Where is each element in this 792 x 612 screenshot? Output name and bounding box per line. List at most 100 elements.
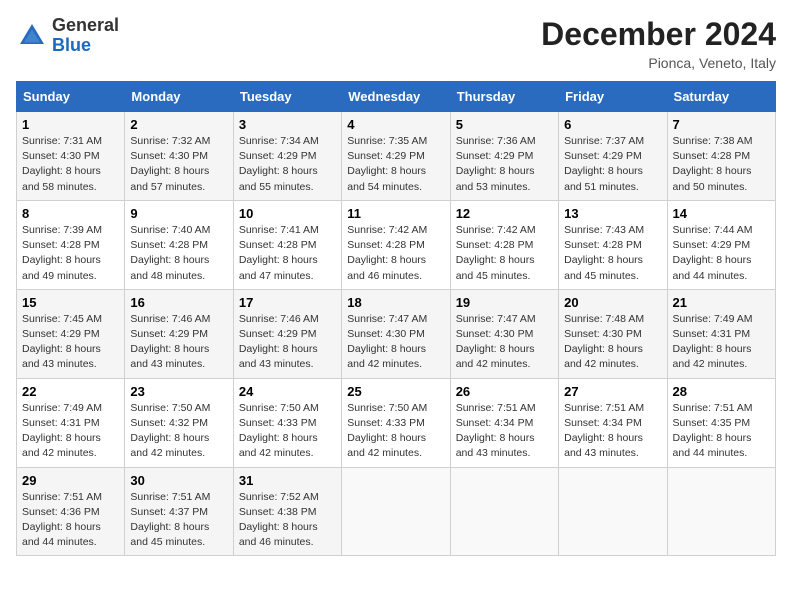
day-cell: 8 Sunrise: 7:39 AMSunset: 4:28 PMDaylight…: [17, 200, 125, 289]
day-info: Sunrise: 7:35 AMSunset: 4:29 PMDaylight:…: [347, 134, 444, 195]
day-number: 2: [130, 117, 227, 132]
day-cell: 18Sunrise: 7:47 AMSunset: 4:30 PMDayligh…: [342, 289, 450, 378]
day-cell: 24 Sunrise: 7:50 AMSunset: 4:33 PMDayligh…: [233, 378, 341, 467]
day-number: 26: [456, 384, 553, 399]
day-number: 19: [456, 295, 553, 310]
month-title: December 2024: [541, 16, 776, 53]
day-number: 23: [130, 384, 227, 399]
day-info: Sunrise: 7:44 AMSunset: 4:29 PMDaylight:…: [673, 223, 770, 284]
day-cell: 16 Sunrise: 7:46 AMSunset: 4:29 PMDayligh…: [125, 289, 233, 378]
day-info: Sunrise: 7:51 AMSunset: 4:36 PMDaylight:…: [22, 490, 119, 551]
day-number: 25: [347, 384, 444, 399]
day-number: 13: [564, 206, 661, 221]
day-number: 8: [22, 206, 119, 221]
day-cell: 2 Sunrise: 7:32 AMSunset: 4:30 PMDaylight…: [125, 112, 233, 201]
day-number: 10: [239, 206, 336, 221]
day-number: 24: [239, 384, 336, 399]
day-info: Sunrise: 7:51 AMSunset: 4:34 PMDaylight:…: [564, 401, 661, 462]
day-info: Sunrise: 7:43 AMSunset: 4:28 PMDaylight:…: [564, 223, 661, 284]
day-cell: 21 Sunrise: 7:49 AMSunset: 4:31 PMDayligh…: [667, 289, 775, 378]
day-number: 3: [239, 117, 336, 132]
logo: General Blue: [16, 16, 119, 56]
day-cell: 1Sunrise: 7:31 AMSunset: 4:30 PMDaylight…: [17, 112, 125, 201]
day-number: 21: [673, 295, 770, 310]
day-number: 6: [564, 117, 661, 132]
day-cell: 7Sunrise: 7:38 AMSunset: 4:28 PMDaylight…: [667, 112, 775, 201]
day-cell: [667, 467, 775, 556]
day-cell: 30 Sunrise: 7:51 AMSunset: 4:37 PMDayligh…: [125, 467, 233, 556]
day-info: Sunrise: 7:49 AMSunset: 4:31 PMDaylight:…: [673, 312, 770, 373]
day-number: 9: [130, 206, 227, 221]
day-cell: 13 Sunrise: 7:43 AMSunset: 4:28 PMDayligh…: [559, 200, 667, 289]
day-number: 28: [673, 384, 770, 399]
day-cell: 5 Sunrise: 7:36 AMSunset: 4:29 PMDaylight…: [450, 112, 558, 201]
day-cell: 3Sunrise: 7:34 AMSunset: 4:29 PMDaylight…: [233, 112, 341, 201]
day-number: 17: [239, 295, 336, 310]
day-number: 16: [130, 295, 227, 310]
day-info: Sunrise: 7:51 AMSunset: 4:37 PMDaylight:…: [130, 490, 227, 551]
day-cell: 4 Sunrise: 7:35 AMSunset: 4:29 PMDaylight…: [342, 112, 450, 201]
day-info: Sunrise: 7:32 AMSunset: 4:30 PMDaylight:…: [130, 134, 227, 195]
week-row-1: 1Sunrise: 7:31 AMSunset: 4:30 PMDaylight…: [17, 112, 776, 201]
day-number: 20: [564, 295, 661, 310]
day-number: 22: [22, 384, 119, 399]
week-row-2: 8 Sunrise: 7:39 AMSunset: 4:28 PMDaylight…: [17, 200, 776, 289]
day-cell: 10Sunrise: 7:41 AMSunset: 4:28 PMDayligh…: [233, 200, 341, 289]
day-cell: 6 Sunrise: 7:37 AMSunset: 4:29 PMDaylight…: [559, 112, 667, 201]
day-number: 12: [456, 206, 553, 221]
day-number: 14: [673, 206, 770, 221]
logo-icon: [16, 20, 48, 52]
day-info: Sunrise: 7:42 AMSunset: 4:28 PMDaylight:…: [347, 223, 444, 284]
day-cell: [559, 467, 667, 556]
day-info: Sunrise: 7:42 AMSunset: 4:28 PMDaylight:…: [456, 223, 553, 284]
day-cell: 20 Sunrise: 7:48 AMSunset: 4:30 PMDayligh…: [559, 289, 667, 378]
day-number: 31: [239, 473, 336, 488]
day-info: Sunrise: 7:52 AMSunset: 4:38 PMDaylight:…: [239, 490, 336, 551]
day-cell: 25Sunrise: 7:50 AMSunset: 4:33 PMDayligh…: [342, 378, 450, 467]
day-number: 11: [347, 206, 444, 221]
logo-general: General: [52, 16, 119, 36]
calendar-header-row: SundayMondayTuesdayWednesdayThursdayFrid…: [17, 82, 776, 112]
col-header-saturday: Saturday: [667, 82, 775, 112]
day-cell: 9 Sunrise: 7:40 AMSunset: 4:28 PMDaylight…: [125, 200, 233, 289]
day-info: Sunrise: 7:50 AMSunset: 4:32 PMDaylight:…: [130, 401, 227, 462]
day-cell: 15Sunrise: 7:45 AMSunset: 4:29 PMDayligh…: [17, 289, 125, 378]
day-info: Sunrise: 7:39 AMSunset: 4:28 PMDaylight:…: [22, 223, 119, 284]
col-header-friday: Friday: [559, 82, 667, 112]
day-info: Sunrise: 7:49 AMSunset: 4:31 PMDaylight:…: [22, 401, 119, 462]
page-header: General Blue December 2024 Pionca, Venet…: [16, 16, 776, 71]
day-info: Sunrise: 7:40 AMSunset: 4:28 PMDaylight:…: [130, 223, 227, 284]
col-header-sunday: Sunday: [17, 82, 125, 112]
day-info: Sunrise: 7:38 AMSunset: 4:28 PMDaylight:…: [673, 134, 770, 195]
day-info: Sunrise: 7:51 AMSunset: 4:34 PMDaylight:…: [456, 401, 553, 462]
day-number: 27: [564, 384, 661, 399]
logo-blue: Blue: [52, 36, 119, 56]
day-info: Sunrise: 7:47 AMSunset: 4:30 PMDaylight:…: [456, 312, 553, 373]
day-cell: 27 Sunrise: 7:51 AMSunset: 4:34 PMDayligh…: [559, 378, 667, 467]
col-header-tuesday: Tuesday: [233, 82, 341, 112]
day-cell: 28Sunrise: 7:51 AMSunset: 4:35 PMDayligh…: [667, 378, 775, 467]
day-number: 1: [22, 117, 119, 132]
day-cell: 14 Sunrise: 7:44 AMSunset: 4:29 PMDayligh…: [667, 200, 775, 289]
day-number: 5: [456, 117, 553, 132]
day-cell: 17Sunrise: 7:46 AMSunset: 4:29 PMDayligh…: [233, 289, 341, 378]
day-number: 18: [347, 295, 444, 310]
day-info: Sunrise: 7:36 AMSunset: 4:29 PMDaylight:…: [456, 134, 553, 195]
day-number: 29: [22, 473, 119, 488]
location: Pionca, Veneto, Italy: [541, 55, 776, 71]
day-number: 30: [130, 473, 227, 488]
col-header-wednesday: Wednesday: [342, 82, 450, 112]
day-cell: 26 Sunrise: 7:51 AMSunset: 4:34 PMDayligh…: [450, 378, 558, 467]
day-cell: [342, 467, 450, 556]
week-row-5: 29 Sunrise: 7:51 AMSunset: 4:36 PMDayligh…: [17, 467, 776, 556]
day-info: Sunrise: 7:48 AMSunset: 4:30 PMDaylight:…: [564, 312, 661, 373]
day-info: Sunrise: 7:46 AMSunset: 4:29 PMDaylight:…: [130, 312, 227, 373]
title-block: December 2024 Pionca, Veneto, Italy: [541, 16, 776, 71]
day-number: 15: [22, 295, 119, 310]
day-number: 4: [347, 117, 444, 132]
day-info: Sunrise: 7:37 AMSunset: 4:29 PMDaylight:…: [564, 134, 661, 195]
day-cell: [450, 467, 558, 556]
col-header-monday: Monday: [125, 82, 233, 112]
day-cell: 22 Sunrise: 7:49 AMSunset: 4:31 PMDayligh…: [17, 378, 125, 467]
day-info: Sunrise: 7:50 AMSunset: 4:33 PMDaylight:…: [239, 401, 336, 462]
